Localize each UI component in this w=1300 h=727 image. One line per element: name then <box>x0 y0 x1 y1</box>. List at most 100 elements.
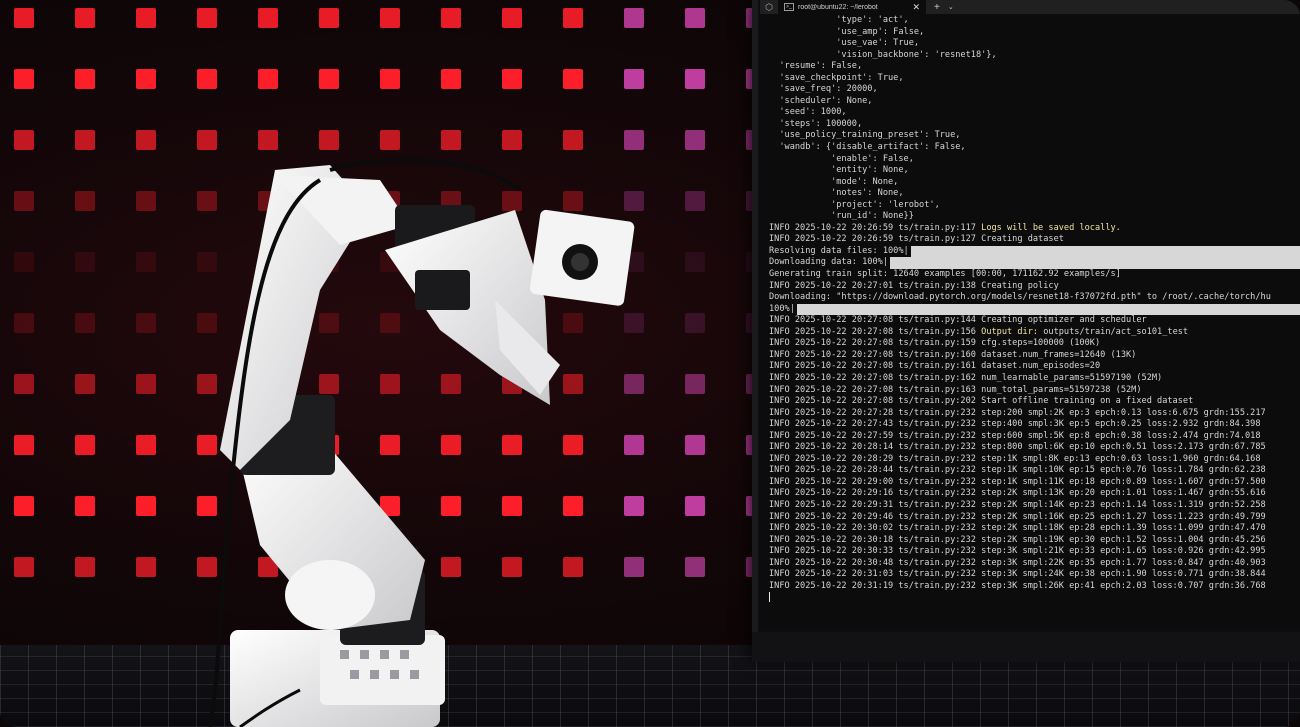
terminal-line: 'save_checkpoint': True, <box>769 73 1300 85</box>
terminal-line-text: 'steps': 100000, <box>769 118 863 129</box>
led-pixel <box>624 130 644 150</box>
close-icon[interactable]: ✕ <box>912 2 920 13</box>
terminal-line-text: INFO 2025-10-22 20:28:44 ts/train.py:232… <box>769 465 1266 476</box>
terminal-line-text: INFO 2025-10-22 20:30:33 ts/train.py:232… <box>769 546 1266 557</box>
terminal-line-text: INFO 2025-10-22 20:27:08 ts/train.py:160… <box>769 349 1137 360</box>
led-pixel <box>258 69 278 89</box>
led-pixel <box>685 496 705 516</box>
terminal-line: 'steps': 100000, <box>769 119 1300 131</box>
terminal-line-text: INFO 2025-10-22 20:29:16 ts/train.py:232… <box>769 488 1266 499</box>
led-pixel <box>563 8 583 28</box>
led-pixel <box>75 374 95 394</box>
terminal-line-text: Generating train split: 12640 examples [… <box>769 269 1121 280</box>
led-pixel <box>624 69 644 89</box>
terminal-line-text: INFO 2025-10-22 20:30:48 ts/train.py:232… <box>769 557 1266 568</box>
led-pixel <box>75 252 95 272</box>
terminal-line-text: INFO 2025-10-22 20:29:00 ts/train.py:232… <box>769 476 1266 487</box>
terminal-line-text: 'use_policy_training_preset': True, <box>769 130 961 141</box>
terminal-line-text: 'entity': None, <box>769 165 909 176</box>
terminal-line: INFO 2025-10-22 20:30:02 ts/train.py:232… <box>769 523 1300 535</box>
terminal-tab[interactable]: >_ root@ubuntu22: ~/lerobot ✕ <box>778 0 926 14</box>
led-pixel <box>14 69 34 89</box>
highlighted-text: Logs will be saved locally. <box>981 222 1121 233</box>
led-pixel <box>502 69 522 89</box>
led-pixel <box>136 496 156 516</box>
led-pixel <box>685 374 705 394</box>
terminal-line: INFO 2025-10-22 20:27:08 ts/train.py:161… <box>769 361 1300 373</box>
new-tab-button[interactable]: + <box>934 2 940 13</box>
terminal-line: INFO 2025-10-22 20:27:08 ts/train.py:156… <box>769 327 1300 339</box>
terminal-line: INFO 2025-10-22 20:28:29 ts/train.py:232… <box>769 454 1300 466</box>
led-pixel <box>14 313 34 333</box>
terminal-line: INFO 2025-10-22 20:27:08 ts/train.py:202… <box>769 396 1300 408</box>
terminal-line: INFO 2025-10-22 20:30:48 ts/train.py:232… <box>769 558 1300 570</box>
terminal-line: 'project': 'lerobot', <box>769 200 1300 212</box>
terminal-line-text: 'project': 'lerobot', <box>769 199 940 210</box>
terminal-line-text: INFO 2025-10-22 20:27:08 ts/train.py:144… <box>769 315 1147 326</box>
led-pixel <box>14 130 34 150</box>
terminal-line-text: 'use_vae': True, <box>769 38 920 49</box>
led-pixel <box>136 252 156 272</box>
terminal-line: INFO 2025-10-22 20:26:59 ts/train.py:127… <box>769 234 1300 246</box>
led-pixel <box>502 130 522 150</box>
led-pixel <box>136 69 156 89</box>
led-pixel <box>14 191 34 211</box>
led-pixel <box>136 130 156 150</box>
terminal-line-text: 'mode': None, <box>769 176 899 187</box>
terminal-line: 'type': 'act', <box>769 15 1300 27</box>
terminal-line-text: 'enable': False, <box>769 153 914 164</box>
terminal-line: INFO 2025-10-22 20:29:16 ts/train.py:232… <box>769 488 1300 500</box>
chevron-down-icon[interactable]: ⌄ <box>948 3 954 11</box>
terminal-line-text: 'save_checkpoint': True, <box>769 72 904 83</box>
led-pixel <box>563 69 583 89</box>
terminal-line-text: 'scheduler': None, <box>769 95 873 106</box>
terminal-line: INFO 2025-10-22 20:27:59 ts/train.py:232… <box>769 431 1300 443</box>
led-pixel <box>685 8 705 28</box>
led-pixel <box>624 8 644 28</box>
terminal-line: 'run_id': None}} <box>769 211 1300 223</box>
terminal-line-text: INFO 2025-10-22 20:31:03 ts/train.py:232… <box>769 569 1266 580</box>
terminal-line: 'scheduler': None, <box>769 96 1300 108</box>
terminal-line-text: 'save_freq': 20000, <box>769 84 878 95</box>
terminal-line-text: Downloading data: 100%| <box>769 257 888 268</box>
terminal-line-text: INFO 2025-10-22 20:28:29 ts/train.py:232… <box>769 453 1261 464</box>
terminal-output[interactable]: 'type': 'act', 'use_amp': False, 'use_va… <box>760 15 1300 604</box>
terminal-line-text: 'run_id': None}} <box>769 211 914 222</box>
terminal-line: INFO 2025-10-22 20:27:28 ts/train.py:232… <box>769 408 1300 420</box>
shield-icon[interactable]: ⬡ <box>760 2 778 13</box>
terminal-line: 'entity': None, <box>769 165 1300 177</box>
terminal-line-text: 'vision_backbone': 'resnet18'}, <box>769 49 997 60</box>
terminal-line: INFO 2025-10-22 20:28:14 ts/train.py:232… <box>769 442 1300 454</box>
terminal-line-text: INFO 2025-10-22 20:27:08 ts/train.py:163… <box>769 384 1142 395</box>
led-pixel <box>136 8 156 28</box>
terminal-line: INFO 2025-10-22 20:26:59 ts/train.py:117… <box>769 223 1300 235</box>
terminal-line: 'wandb': {'disable_artifact': False, <box>769 142 1300 154</box>
terminal-line: INFO 2025-10-22 20:30:18 ts/train.py:232… <box>769 535 1300 547</box>
terminal-line-text: INFO 2025-10-22 20:26:59 ts/train.py:117… <box>769 222 1121 233</box>
led-pixel <box>441 130 461 150</box>
led-pixel <box>197 69 217 89</box>
terminal-line-text: INFO 2025-10-22 20:27:59 ts/train.py:232… <box>769 430 1261 441</box>
led-pixel <box>563 130 583 150</box>
led-pixel <box>75 8 95 28</box>
led-pixel <box>136 435 156 455</box>
led-pixel <box>14 435 34 455</box>
terminal-line-text: INFO 2025-10-22 20:31:19 ts/train.py:232… <box>769 580 1266 591</box>
terminal-tab-bar: ⬡ >_ root@ubuntu22: ~/lerobot ✕ + ⌄ <box>760 0 1300 14</box>
text-cursor <box>769 592 770 603</box>
terminal-line: INFO 2025-10-22 20:27:43 ts/train.py:232… <box>769 419 1300 431</box>
led-pixel <box>136 557 156 577</box>
led-pixel <box>685 69 705 89</box>
led-pixel <box>441 8 461 28</box>
terminal-line-text: INFO 2025-10-22 20:29:46 ts/train.py:232… <box>769 511 1266 522</box>
terminal-line: INFO 2025-10-22 20:27:08 ts/train.py:163… <box>769 385 1300 397</box>
terminal-line: INFO 2025-10-22 20:27:01 ts/train.py:138… <box>769 281 1300 293</box>
terminal-line-text: 'seed': 1000, <box>769 107 847 118</box>
terminal-window[interactable]: ⬡ >_ root@ubuntu22: ~/lerobot ✕ + ⌄ 'typ… <box>760 0 1300 628</box>
highlighted-text: Output dir: <box>981 326 1039 337</box>
terminal-line-text: 100%| <box>769 303 795 314</box>
terminal-line-text: 'resume': False, <box>769 61 863 72</box>
terminal-line: 'vision_backbone': 'resnet18'}, <box>769 50 1300 62</box>
prompt-line[interactable] <box>769 592 1300 604</box>
terminal-line: INFO 2025-10-22 20:29:31 ts/train.py:232… <box>769 500 1300 512</box>
